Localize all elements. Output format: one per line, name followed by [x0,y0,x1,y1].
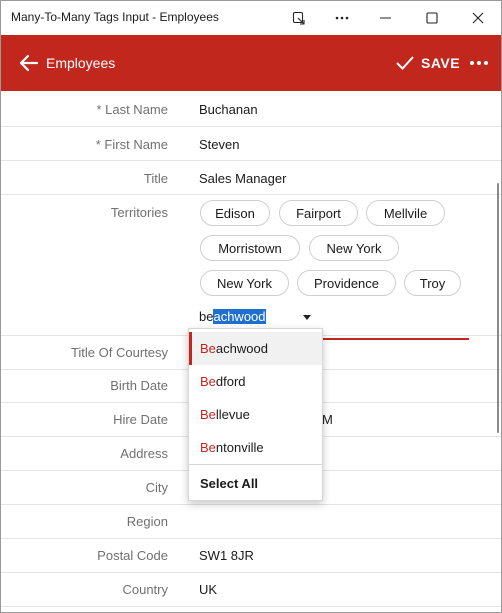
field-label: Territories [110,205,168,220]
suggestion-rest: llevue [215,407,250,422]
field-label: Postal Code [97,548,168,563]
maximize-icon[interactable] [409,1,455,35]
suggestion-match: Be [200,440,216,455]
select-all-button[interactable]: Select All [200,476,258,491]
suggestion-match: Be [200,407,216,422]
suggestion-item[interactable]: Be ntonville [189,431,322,464]
vertical-scrollbar[interactable] [497,183,499,433]
window-title: Many-To-Many Tags Input - Employees [11,10,219,24]
territory-tag[interactable]: New York [200,270,289,296]
close-icon[interactable] [455,1,501,35]
title-input[interactable]: Sales Manager [199,171,286,186]
field-label: Hire Date [113,412,168,427]
suggestion-match: Be [200,374,216,389]
suggestion-item[interactable]: Be achwood [189,332,322,365]
dropdown-divider [189,464,322,465]
field-title: Title Sales Manager [1,161,501,195]
more-options-icon[interactable] [319,1,365,35]
title-bar: Many-To-Many Tags Input - Employees [1,1,501,35]
field-label: * First Name [95,137,168,152]
field-label: Country [122,582,168,597]
field-region: Region [1,505,501,539]
suggestion-rest: dford [215,374,246,389]
field-label: * Last Name [96,102,168,117]
app-window: Many-To-Many Tags Input - Employees Empl… [0,0,502,613]
field-label: Region [126,514,168,529]
field-label: Title Of Courtesy [70,345,168,360]
field-postal-code: Postal Code SW1 8JR [1,539,501,573]
field-label: City [145,480,168,495]
territory-search-input[interactable]: beachwood [199,309,266,324]
back-arrow-icon[interactable] [17,51,41,75]
field-label: Birth Date [110,378,168,393]
suggestion-match: Be [200,341,216,356]
hire-date-input[interactable]: M [322,412,333,427]
field-last-name: * Last Name Buchanan [1,92,501,127]
suggestion-item[interactable]: Be dford [189,365,322,398]
app-bar: Employees SAVE [1,35,501,91]
territory-tag[interactable]: Providence [297,270,396,296]
typed-text: be [199,309,214,324]
more-menu-icon[interactable] [467,55,491,71]
territory-tag[interactable]: Mellvile [366,200,445,226]
field-label: Title [143,171,168,186]
field-country: Country UK [1,573,501,607]
territory-tag[interactable]: Fairport [279,200,358,226]
dropdown-arrow-icon[interactable] [303,315,311,320]
suggestion-rest: ntonville [215,440,264,455]
first-name-input[interactable]: Steven [199,137,239,152]
territory-tag[interactable]: Edison [200,200,270,226]
suggestion-rest: achwood [215,341,268,356]
field-first-name: * First Name Steven [1,127,501,161]
territory-tag[interactable]: Morristown [200,235,300,261]
checkmark-icon [396,56,414,70]
minimize-icon[interactable] [363,1,409,35]
snap-icon[interactable] [276,1,322,35]
suggestion-item[interactable]: Be llevue [189,398,322,431]
last-name-input[interactable]: Buchanan [199,102,258,117]
field-label: Address [120,446,168,461]
territory-tag[interactable]: New York [309,235,399,261]
territory-tag[interactable]: Troy [404,270,461,296]
country-input[interactable]: UK [199,582,217,597]
autocomplete-selection: achwood [213,309,266,324]
save-label: SAVE [421,55,461,71]
page-title: Employees [46,55,116,71]
postal-code-input[interactable]: SW1 8JR [199,548,254,563]
suggestions-dropdown: Be achwood Be dford Be llevue Be ntonville S… [188,328,323,501]
save-button[interactable]: SAVE [395,51,460,75]
